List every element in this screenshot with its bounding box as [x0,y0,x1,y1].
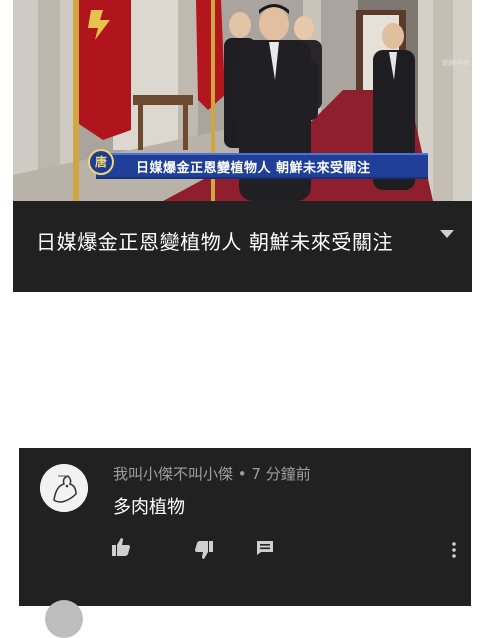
chevron-down-icon[interactable] [439,228,455,240]
avatar[interactable] [40,464,88,512]
thumbs-down-icon[interactable] [194,540,214,560]
avatar-image [40,464,88,512]
video-thumbnail[interactable]: 日媒爆金正恩變植物人 朝鮮未來受關注 唐 朝鮮中央 [13,0,472,201]
news-ticker: 日媒爆金正恩變植物人 朝鮮未來受關注 [96,153,428,179]
comment-meta: 我叫小傑不叫小傑 • 7 分鐘前 [113,463,311,484]
meta-separator: • [233,465,252,483]
comment-text: 多肉植物 [113,497,185,518]
channel-logo: 唐 [88,149,114,175]
comment-author[interactable]: 我叫小傑不叫小傑 [113,465,233,483]
comment-card: 我叫小傑不叫小傑 • 7 分鐘前 多肉植物 [19,448,471,606]
more-vert-icon[interactable] [451,541,457,559]
reply-icon[interactable] [256,540,274,556]
video-watermark: 朝鮮中央 [442,59,470,67]
thumbs-up-icon[interactable] [111,537,131,557]
comment-time: 7 分鐘前 [251,465,311,483]
video-card[interactable]: 日媒爆金正恩變植物人 朝鮮未來受關注 唐 朝鮮中央 日媒爆金正恩變植物人 朝鮮未… [13,0,472,292]
video-title[interactable]: 日媒爆金正恩變植物人 朝鮮未來受關注 [36,226,426,259]
ticker-text: 日媒爆金正恩變植物人 朝鮮未來受關注 [136,161,371,176]
